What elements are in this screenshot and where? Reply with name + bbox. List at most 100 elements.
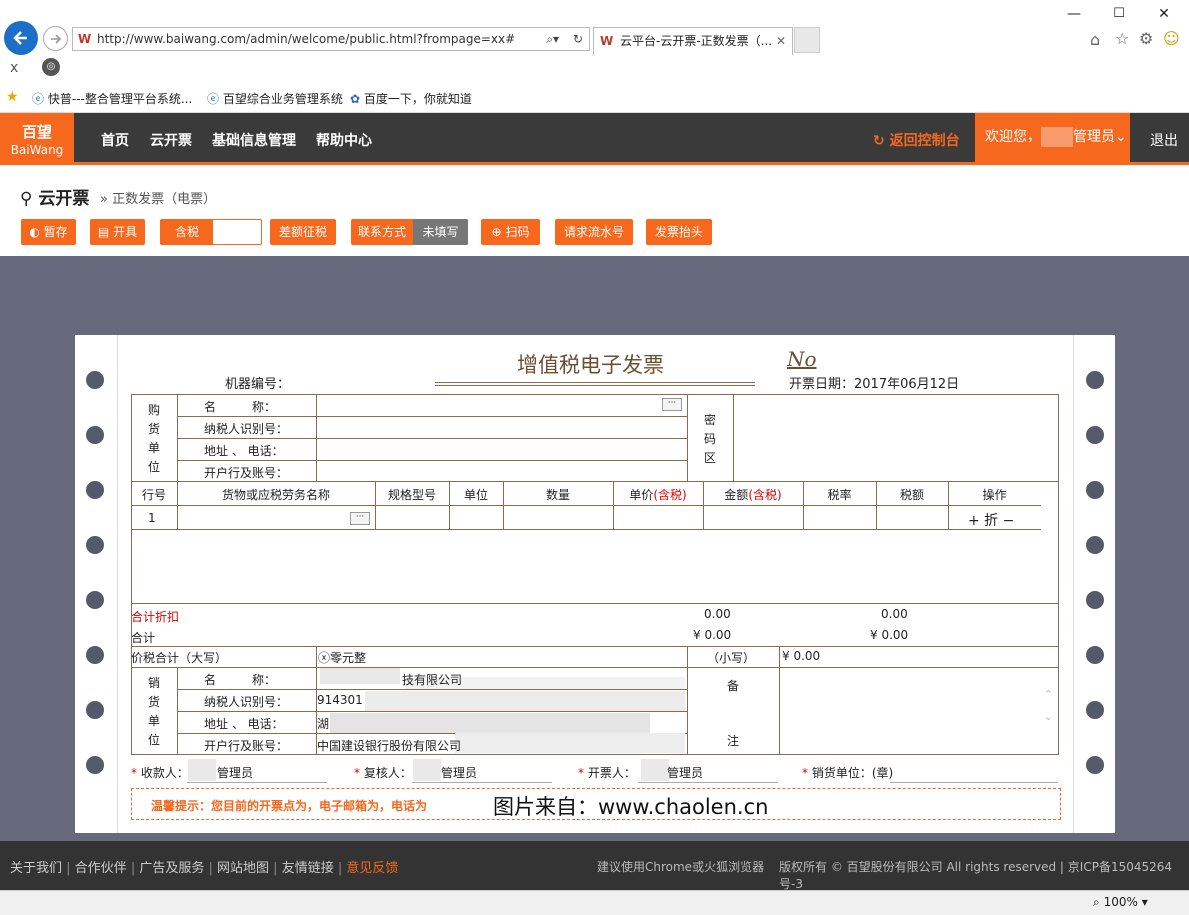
- nav-home[interactable]: 首页: [101, 130, 129, 150]
- buyer-taxid-input[interactable]: [318, 418, 683, 437]
- buyer-name-input[interactable]: [318, 396, 683, 415]
- remarks-textarea[interactable]: ⌃ ⌄: [781, 670, 1057, 753]
- seller-taxid-label: 纳税人识别号：: [204, 695, 289, 709]
- search-icon[interactable]: ⌕▾: [546, 28, 559, 50]
- goods-name-input[interactable]: [178, 507, 448, 527]
- buyer-picker-button[interactable]: ···: [662, 398, 682, 411]
- column-header: 货物或应税劳务名称: [221, 488, 330, 502]
- favorite-link-2[interactable]: ⓔ 百望综合业务管理系统: [207, 90, 343, 107]
- nav-help-center[interactable]: 帮助中心: [316, 130, 372, 150]
- perforation-hole: [1086, 646, 1104, 664]
- footer-links: 关于我们 | 合作伙伴 | 广告及服务 | 网站地图 | 友情链接 | 意见反馈: [10, 861, 399, 876]
- column-header: 金额(含税): [724, 488, 782, 502]
- back-arrow-icon: [13, 31, 27, 45]
- buyer-bank-input[interactable]: [318, 462, 683, 481]
- close-icon[interactable]: ✕: [1154, 6, 1174, 22]
- perforation-hole: [86, 481, 104, 499]
- reviewer-value[interactable]: 管理员: [441, 764, 477, 781]
- browser-chrome: — ☐ ✕ W http://www.baiwang.com/admin/wel…: [0, 0, 1189, 113]
- favorites-bar-star-icon[interactable]: ★: [6, 89, 19, 105]
- payee-label: * 收款人：: [131, 766, 189, 780]
- differential-tax-button[interactable]: 差额征税: [270, 219, 336, 245]
- user-role: 管理员: [1073, 129, 1115, 145]
- perforation-hole: [1086, 481, 1104, 499]
- perforation-hole: [1086, 536, 1104, 554]
- welcome-user-menu[interactable]: 欢迎您， 管理员⌄: [975, 113, 1130, 162]
- ie-icon: ⓔ: [32, 92, 45, 106]
- extension-icon[interactable]: ◎: [42, 58, 60, 76]
- goods-picker-button[interactable]: ···: [350, 512, 370, 525]
- perforation-hole: [1086, 701, 1104, 719]
- invoice-paper: 增值税电子发票 No 机器编号： 开票日期：2017年06月12日 购货单位 名…: [75, 335, 1115, 833]
- column-header: 规格型号: [387, 488, 436, 502]
- tax-included-toggle[interactable]: 含税: [160, 219, 262, 245]
- refresh-icon[interactable]: ↻: [573, 28, 583, 50]
- column-header: 行号: [141, 488, 166, 502]
- home-icon[interactable]: ⌂: [1090, 30, 1100, 49]
- scroll-up-icon[interactable]: ⌃: [1044, 688, 1053, 701]
- smiley-icon[interactable]: ☺: [1163, 29, 1180, 48]
- footer-link[interactable]: 关于我们: [10, 861, 62, 876]
- perforation-hole: [86, 426, 104, 444]
- perforation-hole: [1086, 371, 1104, 389]
- logo[interactable]: 百望 BaiWang: [0, 113, 74, 162]
- baidu-paw-icon: ✿: [350, 92, 361, 106]
- contact-method-button[interactable]: 联系方式 未填写: [351, 219, 468, 245]
- buyer-address-input[interactable]: [318, 440, 683, 459]
- perforation-hole: [1086, 756, 1104, 774]
- seller-bank: 中国建设银行股份有限公司: [317, 739, 462, 753]
- browser-tab[interactable]: W 云平台-云开票-正数发票（... ✕: [593, 27, 793, 55]
- address-bar[interactable]: W http://www.baiwang.com/admin/welcome/p…: [72, 27, 590, 51]
- nav-basic-info[interactable]: 基础信息管理: [212, 130, 296, 150]
- scan-button[interactable]: ⊕ 扫码: [481, 219, 540, 245]
- footer-link[interactable]: 意见反馈: [346, 861, 398, 876]
- footer-link[interactable]: 广告及服务: [139, 861, 204, 876]
- perforation-hole: [1086, 426, 1104, 444]
- seller-name-label: 名 称：: [204, 673, 277, 687]
- new-tab-button[interactable]: [794, 27, 820, 53]
- scroll-down-icon[interactable]: ⌄: [1044, 710, 1053, 723]
- logo-cn: 百望: [21, 123, 52, 141]
- forward-button[interactable]: [43, 26, 68, 51]
- row-number: 1: [148, 511, 156, 525]
- buyer-bank-label: 开户行及账号：: [204, 466, 289, 480]
- perforation-hole: [86, 591, 104, 609]
- footer-link[interactable]: 友情链接: [282, 861, 334, 876]
- request-serial-button[interactable]: 请求流水号: [555, 219, 633, 245]
- save-draft-button[interactable]: ◐ 暂存: [21, 219, 76, 245]
- payee-value[interactable]: 管理员: [217, 764, 253, 781]
- invoice-header-button[interactable]: 发票抬头: [646, 219, 712, 245]
- gear-icon[interactable]: ⚙: [1139, 29, 1153, 48]
- location-pin-icon: ⚲: [20, 189, 33, 209]
- column-header: 操作: [982, 488, 1007, 502]
- welcome-text: 欢迎您，: [985, 129, 1041, 145]
- reviewer-label: * 复核人：: [354, 766, 412, 780]
- favorites-star-icon[interactable]: ☆: [1115, 29, 1129, 48]
- favorite-link-1[interactable]: ⓔ 快普---整合管理平台系统...: [32, 90, 192, 107]
- tax-included-label: 含税: [161, 220, 213, 244]
- return-console-link[interactable]: ↻ 返回控制台: [873, 130, 960, 150]
- nav-cloud-invoice[interactable]: 云开票: [150, 130, 192, 150]
- small-amount-label: （小写）: [707, 651, 756, 665]
- cipher-zone-label: 密码区: [703, 413, 716, 465]
- invoice-no-mark: No: [787, 347, 817, 371]
- drawer-value[interactable]: 管理员: [667, 764, 703, 781]
- maximize-icon[interactable]: ☐: [1109, 6, 1129, 21]
- minimize-icon[interactable]: —: [1064, 6, 1084, 22]
- seller-block-label: 销货单位: [147, 676, 160, 747]
- perforation-hole: [86, 756, 104, 774]
- buyer-address-label: 地址 、 电话：: [204, 444, 284, 458]
- logout-link[interactable]: 退出: [1150, 130, 1178, 150]
- scan-icon: ⊕: [491, 225, 502, 239]
- footer-link[interactable]: 网站地图: [217, 861, 269, 876]
- footer-link[interactable]: 合作伙伴: [75, 861, 127, 876]
- tab-title: 云平台-云开票-正数发票（...: [620, 34, 773, 48]
- tab-close-icon[interactable]: ✕: [776, 28, 786, 54]
- zoom-control[interactable]: ⌕ 100% ▾: [1093, 895, 1148, 910]
- back-button[interactable]: [4, 21, 38, 55]
- close-command-bar-icon[interactable]: x: [10, 60, 18, 76]
- favorite-link-3[interactable]: ✿ 百度一下，你就知道: [350, 90, 472, 107]
- issue-invoice-button[interactable]: ▤ 开具: [90, 219, 145, 245]
- invoice-title: 增值税电子发票: [517, 353, 664, 377]
- row-operations[interactable]: + 折 −: [968, 510, 1014, 530]
